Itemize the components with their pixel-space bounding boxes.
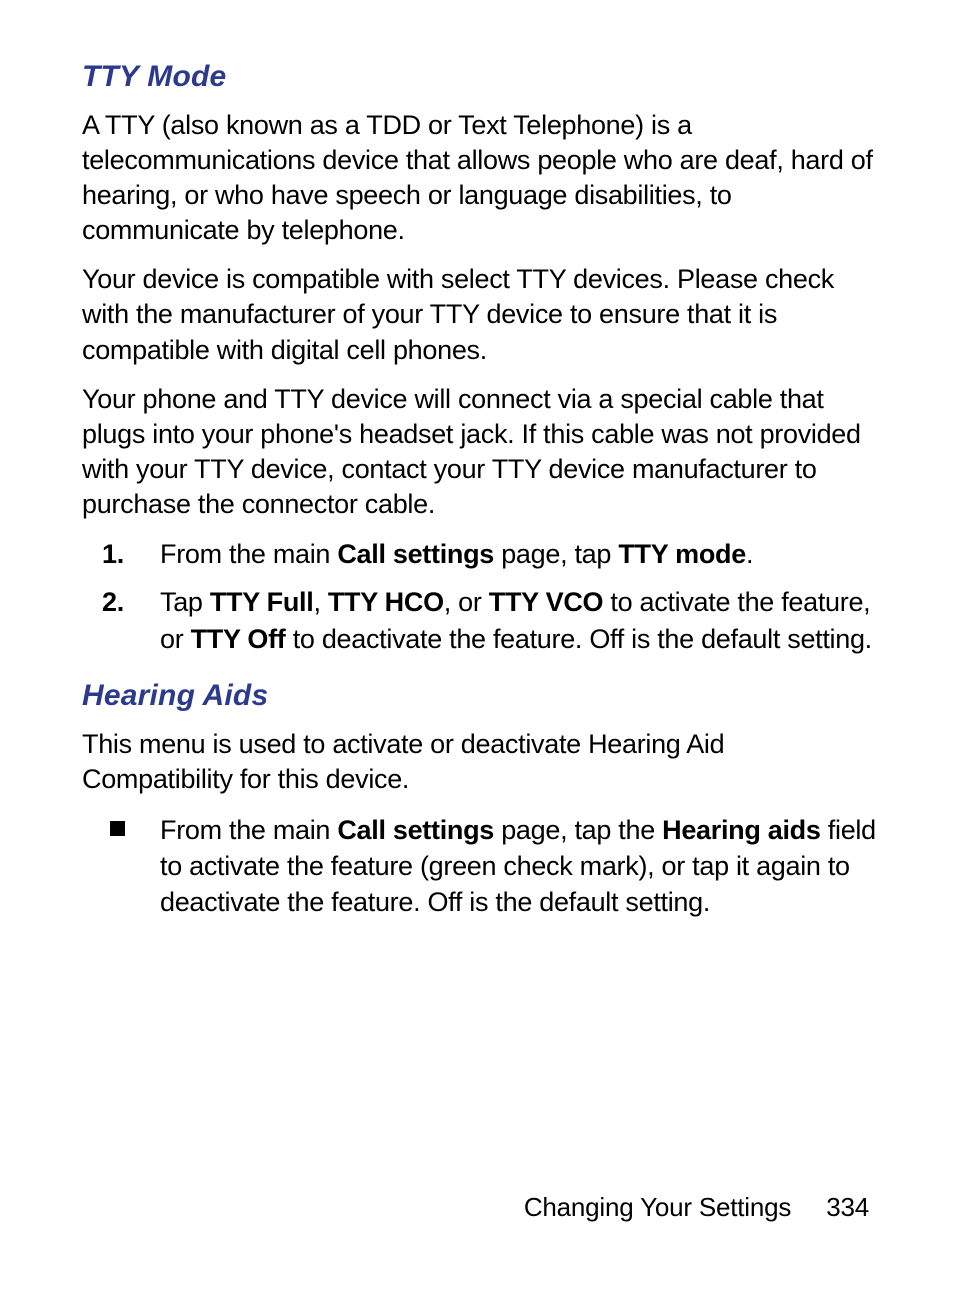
footer-page-number: 334: [826, 1192, 869, 1223]
bullet-text: From the main Call settings page, tap th…: [160, 815, 876, 918]
document-page: TTY Mode A TTY (also known as a TDD or T…: [0, 0, 954, 1295]
square-bullet-icon: [110, 821, 125, 836]
ordered-steps: From the main Call settings page, tap TT…: [82, 536, 879, 657]
page-footer: Changing Your Settings 334: [524, 1192, 869, 1223]
section-heading: Hearing Aids: [82, 679, 879, 713]
bullet-item: From the main Call settings page, tap th…: [82, 812, 879, 921]
paragraph: Your phone and TTY device will connect v…: [82, 382, 879, 522]
paragraph: This menu is used to activate or deactiv…: [82, 727, 879, 797]
step-item: From the main Call settings page, tap TT…: [82, 536, 879, 572]
step-item: Tap TTY Full, TTY HCO, or TTY VCO to act…: [82, 584, 879, 657]
paragraph: A TTY (also known as a TDD or Text Telep…: [82, 108, 879, 248]
footer-chapter: Changing Your Settings: [524, 1192, 791, 1222]
paragraph: Your device is compatible with select TT…: [82, 262, 879, 367]
section-heading: TTY Mode: [82, 60, 879, 94]
bullet-list: From the main Call settings page, tap th…: [82, 812, 879, 921]
